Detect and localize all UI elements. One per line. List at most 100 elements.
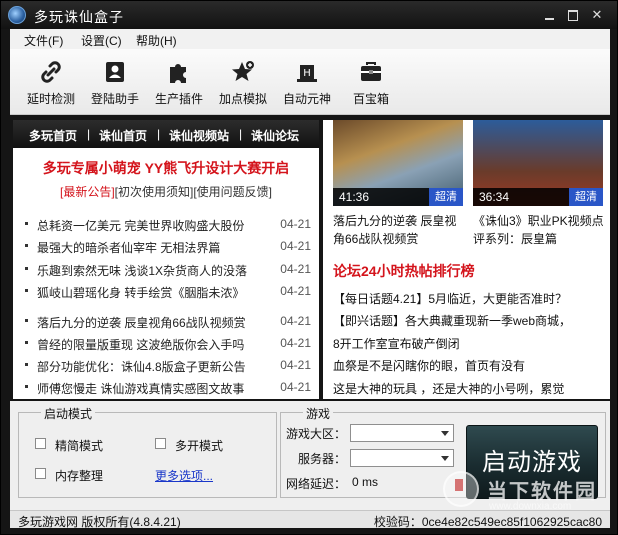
notice-latest[interactable]: [最新公告] bbox=[60, 185, 115, 199]
nav-video-site[interactable]: 诛仙视频站 bbox=[169, 127, 229, 144]
star-plus-icon bbox=[232, 61, 254, 81]
minimize-icon[interactable] bbox=[541, 7, 559, 23]
news-date: 04-21 bbox=[280, 336, 311, 350]
nav-forum[interactable]: 诛仙论坛 bbox=[251, 127, 299, 144]
video-card[interactable]: 36:34 超清 《诛仙3》职业PK视频点评系列：辰皇篇 bbox=[473, 120, 604, 246]
video-thumbnail[interactable]: 41:36 超清 bbox=[333, 120, 463, 206]
news-date: 04-21 bbox=[280, 358, 311, 372]
tool-latency-check[interactable]: 延时检测 bbox=[20, 59, 82, 111]
media-panel: 41:36 超清 落后九分的逆袭 辰皇视角66战队视频赏 36:34 超清 《诛… bbox=[323, 120, 610, 399]
latency-label: 网络延迟： bbox=[286, 477, 347, 491]
news-item[interactable]: 师傅您慢走 诛仙游戏真情实感图文故事 04-21 bbox=[23, 378, 315, 398]
news-title: 总耗资一亿美元 完美世界收购盛大股份 bbox=[37, 219, 245, 233]
checkbox-box[interactable] bbox=[155, 438, 166, 449]
nav-separator: | bbox=[239, 127, 243, 141]
tool-login-helper[interactable]: 登陆助手 bbox=[84, 59, 146, 111]
watermark: 当下软件园 www.downxia.com bbox=[443, 471, 615, 517]
svg-text:H: H bbox=[303, 68, 311, 79]
menu-settings[interactable]: 设置(C) bbox=[81, 32, 122, 49]
news-title: 最强大的暗杀者仙宰牢 无相法界篇 bbox=[37, 241, 221, 255]
notice-first-use[interactable]: [初次使用须知] bbox=[115, 185, 194, 199]
nav-separator: | bbox=[87, 127, 91, 141]
more-options-link[interactable]: 更多选项... bbox=[155, 467, 213, 484]
bullet-icon bbox=[25, 363, 28, 366]
hd-badge: 超清 bbox=[429, 188, 463, 206]
region-select[interactable] bbox=[350, 424, 454, 442]
title-bar[interactable]: 多玩诛仙盒子 ✕ bbox=[1, 1, 617, 29]
video-title[interactable]: 落后九分的逆袭 辰皇视角66战队视频赏 bbox=[333, 212, 465, 248]
app-logo-icon bbox=[8, 6, 26, 24]
tool-production-plugin[interactable]: 生产插件 bbox=[148, 59, 210, 111]
nav-separator: | bbox=[157, 127, 161, 141]
menu-file[interactable]: 文件(F) bbox=[24, 32, 63, 49]
memory-cleanup-checkbox[interactable]: 内存整理 bbox=[35, 467, 125, 483]
checkbox-label: 多开模式 bbox=[175, 439, 224, 453]
news-item[interactable]: 曾经的限量版重现 这波绝版你会入手吗 04-21 bbox=[23, 334, 315, 354]
close-icon[interactable]: ✕ bbox=[588, 7, 606, 23]
toolbox-icon bbox=[361, 62, 381, 81]
forum-post[interactable]: 【每日话题4.21】5月临近，大更能否准时？ bbox=[333, 290, 605, 307]
game-group-title: 游戏 bbox=[303, 405, 334, 422]
launch-mode-group: 启动模式 精简模式 多开模式 内存整理 更多选项... bbox=[18, 405, 277, 498]
tool-toolbox[interactable]: 百宝箱 bbox=[340, 59, 402, 111]
tool-stat-simulator[interactable]: 加点模拟 bbox=[212, 59, 274, 111]
checkbox-box[interactable] bbox=[35, 468, 46, 479]
tool-auto-spirit[interactable]: H 自动元神 bbox=[276, 59, 338, 111]
nav-zhuxian-home[interactable]: 诛仙首页 bbox=[99, 127, 147, 144]
news-title: 落后九分的逆袭 辰皇视角66战队视频赏 bbox=[37, 316, 246, 330]
nav-duowan-home[interactable]: 多玩首页 bbox=[29, 127, 77, 144]
news-item[interactable]: 部分功能优化：诛仙4.8版盒子更新公告 04-21 bbox=[23, 356, 315, 376]
news-title: 乐趣到索然无味 浅谈1X杂货商人的没落 bbox=[37, 264, 248, 278]
bullet-icon bbox=[25, 385, 28, 388]
news-item[interactable]: 最强大的暗杀者仙宰牢 无相法界篇 04-21 bbox=[23, 237, 315, 257]
tool-label: 自动元神 bbox=[282, 92, 331, 106]
news-item[interactable]: 落后九分的逆袭 辰皇视角66战队视频赏 04-21 bbox=[23, 312, 315, 332]
window-title: 多玩诛仙盒子 bbox=[34, 9, 124, 25]
tool-label: 生产插件 bbox=[154, 92, 203, 106]
lite-mode-checkbox[interactable]: 精简模式 bbox=[35, 437, 125, 453]
forum-post[interactable]: 8开工作室宣布破产倒闭 bbox=[333, 335, 605, 352]
notice-links: [最新公告][初次使用须知][使用问题反馈] bbox=[13, 183, 319, 200]
launch-mode-title: 启动模式 bbox=[41, 405, 96, 422]
forum-post[interactable]: 【即兴话题】各大典藏重现新一季web商城， bbox=[333, 312, 605, 329]
video-card[interactable]: 41:36 超清 落后九分的逆袭 辰皇视角66战队视频赏 bbox=[333, 120, 463, 246]
menu-help[interactable]: 帮助(H) bbox=[136, 32, 177, 49]
tool-label: 延时检测 bbox=[26, 92, 75, 106]
forum-post[interactable]: 这是大神的玩具 ，还是大神的小号咧，累觉 bbox=[333, 380, 605, 397]
site-nav: 多玩首页 | 诛仙首页 | 诛仙视频站 | 诛仙论坛 bbox=[13, 120, 319, 148]
toolbar: 延时检测 登陆助手 生产插件 加点模拟 H 自动元神 百宝箱 bbox=[10, 49, 610, 115]
multi-open-checkbox[interactable]: 多开模式 bbox=[155, 437, 245, 453]
news-panel: 多玩首页 | 诛仙首页 | 诛仙视频站 | 诛仙论坛 多玩专属小萌宠 YY熊飞升… bbox=[13, 120, 319, 399]
video-thumbnail[interactable]: 36:34 超清 bbox=[473, 120, 603, 206]
server-select[interactable] bbox=[350, 449, 454, 467]
checkbox-box[interactable] bbox=[35, 438, 46, 449]
bullet-icon bbox=[25, 341, 28, 344]
bullet-icon bbox=[25, 244, 28, 247]
link-icon bbox=[41, 61, 61, 83]
news-item[interactable]: 狐岐山碧瑶化身 转手绘赏《胭脂未浓》 04-21 bbox=[23, 282, 315, 302]
news-date: 04-21 bbox=[280, 217, 311, 231]
hd-badge: 超清 bbox=[569, 188, 603, 206]
news-item[interactable]: 乐趣到索然无味 浅谈1X杂货商人的没落 04-21 bbox=[23, 260, 315, 280]
bullet-icon bbox=[25, 267, 28, 270]
hat-icon: H bbox=[297, 65, 317, 82]
news-date: 04-21 bbox=[280, 314, 311, 328]
promo-headline[interactable]: 多玩专属小萌宠 YY熊飞升设计大赛开启 bbox=[13, 158, 319, 178]
news-date: 04-21 bbox=[280, 284, 311, 298]
news-item[interactable]: 总耗资一亿美元 完美世界收购盛大股份 04-21 bbox=[23, 215, 315, 235]
bullet-icon bbox=[25, 289, 28, 292]
video-title[interactable]: 《诛仙3》职业PK视频点评系列：辰皇篇 bbox=[473, 212, 605, 248]
watermark-url: www.downxia.com bbox=[489, 501, 572, 512]
tool-label: 加点模拟 bbox=[218, 92, 267, 106]
id-card-icon bbox=[106, 62, 124, 82]
news-title: 狐岐山碧瑶化身 转手绘赏《胭脂未浓》 bbox=[37, 286, 245, 300]
puzzle-icon bbox=[170, 64, 186, 83]
chevron-down-icon bbox=[441, 456, 449, 461]
notice-feedback[interactable]: [使用问题反馈] bbox=[193, 185, 272, 199]
news-title: 部分功能优化：诛仙4.8版盒子更新公告 bbox=[37, 360, 246, 374]
news-title: 师傅您慢走 诛仙游戏真情实感图文故事 bbox=[37, 382, 245, 396]
latency-value: 0 ms bbox=[352, 475, 379, 489]
forum-post[interactable]: 血祭是不是闪瞎你的眼，首页有没有 bbox=[333, 357, 605, 374]
maximize-icon[interactable] bbox=[564, 7, 582, 23]
news-date: 04-21 bbox=[280, 239, 311, 253]
